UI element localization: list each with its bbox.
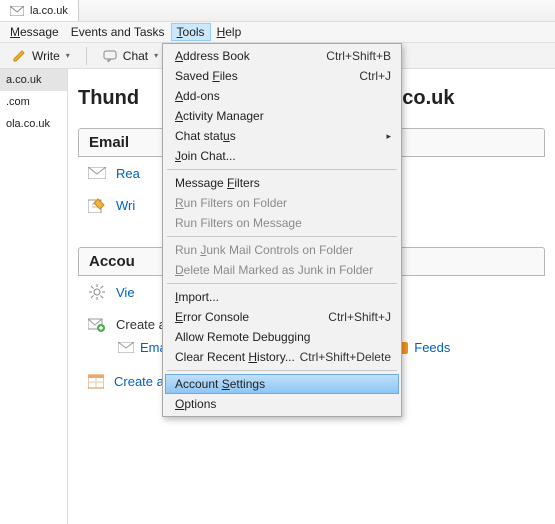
active-tab[interactable]: la.co.uk bbox=[0, 0, 79, 21]
menu-separator bbox=[167, 169, 397, 170]
mail-icon bbox=[10, 6, 24, 16]
menu-account-settings[interactable]: Account Settings bbox=[165, 374, 399, 394]
sidebar-item[interactable]: .com bbox=[0, 91, 67, 113]
write-button[interactable]: Write bbox=[4, 47, 78, 65]
menu-separator bbox=[167, 370, 397, 371]
menu-help[interactable]: Help bbox=[211, 23, 248, 41]
tools-dropdown: Address Book Ctrl+Shift+B Saved Files Ct… bbox=[162, 43, 402, 417]
tab-label: la.co.uk bbox=[30, 5, 68, 17]
menubar: Message Events and Tasks Tools Help bbox=[0, 22, 555, 43]
menu-message-filters[interactable]: Message Filters bbox=[165, 173, 399, 193]
link-feeds[interactable]: Feeds bbox=[396, 340, 450, 355]
toolbar-separator bbox=[86, 47, 87, 65]
chat-button[interactable]: Chat bbox=[95, 47, 166, 65]
menu-message[interactable]: Message bbox=[4, 23, 65, 41]
chat-icon bbox=[103, 50, 117, 62]
menu-chat-status[interactable]: Chat status ▸ bbox=[165, 126, 399, 146]
menu-separator bbox=[167, 283, 397, 284]
gear-icon bbox=[88, 284, 106, 300]
menu-run-filters-message: Run Filters on Message bbox=[165, 213, 399, 233]
menu-options[interactable]: Options bbox=[165, 394, 399, 414]
menu-events-tasks[interactable]: Events and Tasks bbox=[65, 23, 171, 41]
chat-label: Chat bbox=[123, 49, 148, 63]
envelope-icon bbox=[118, 342, 134, 353]
menu-address-book[interactable]: Address Book Ctrl+Shift+B bbox=[165, 46, 399, 66]
menu-clear-history[interactable]: Clear Recent History... Ctrl+Shift+Delet… bbox=[165, 347, 399, 367]
menu-run-filters-folder: Run Filters on Folder bbox=[165, 193, 399, 213]
chevron-right-icon: ▸ bbox=[386, 131, 391, 142]
menu-error-console[interactable]: Error Console Ctrl+Shift+J bbox=[165, 307, 399, 327]
folder-sidebar: a.co.uk .com ola.co.uk bbox=[0, 69, 68, 524]
compose-icon bbox=[88, 197, 106, 213]
write-label: Write bbox=[32, 49, 60, 63]
sidebar-item[interactable]: ola.co.uk bbox=[0, 113, 67, 135]
menu-join-chat[interactable]: Join Chat... bbox=[165, 146, 399, 166]
pencil-icon bbox=[12, 49, 26, 63]
menu-delete-junk: Delete Mail Marked as Junk in Folder bbox=[165, 260, 399, 280]
add-account-icon bbox=[88, 316, 106, 332]
envelope-icon bbox=[88, 165, 106, 181]
calendar-icon bbox=[88, 373, 104, 389]
menu-tools[interactable]: Tools bbox=[171, 23, 211, 41]
menu-run-junk-controls: Run Junk Mail Controls on Folder bbox=[165, 240, 399, 260]
menu-import[interactable]: Import... bbox=[165, 287, 399, 307]
menu-saved-files[interactable]: Saved Files Ctrl+J bbox=[165, 66, 399, 86]
menu-remote-debugging[interactable]: Allow Remote Debugging bbox=[165, 327, 399, 347]
sidebar-item[interactable]: a.co.uk bbox=[0, 69, 67, 91]
tab-bar: la.co.uk bbox=[0, 0, 555, 22]
menu-separator bbox=[167, 236, 397, 237]
menu-addons[interactable]: Add-ons bbox=[165, 86, 399, 106]
menu-activity-manager[interactable]: Activity Manager bbox=[165, 106, 399, 126]
